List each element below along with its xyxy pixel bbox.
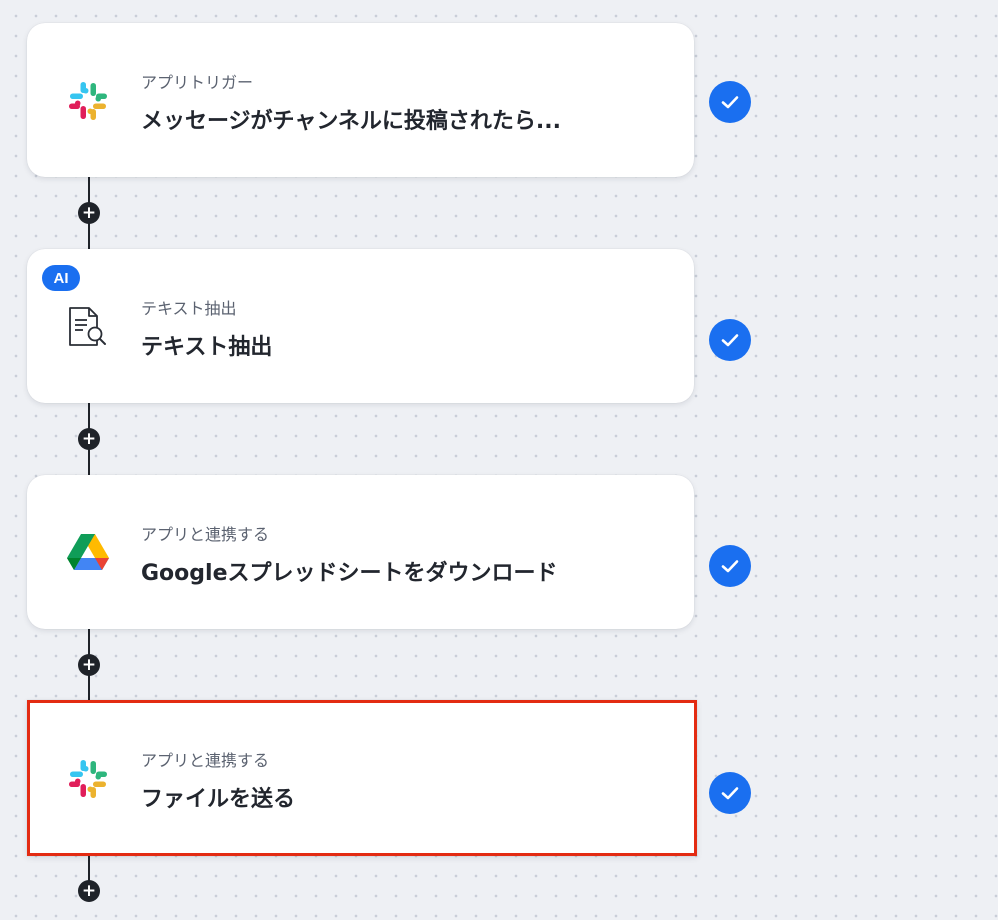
flow-step-card[interactable]: アプリと連携する Googleスプレッドシートをダウンロード: [27, 475, 694, 629]
plus-icon: +: [81, 202, 97, 223]
step-title: メッセージがチャンネルに投稿されたら...: [141, 109, 561, 134]
check-icon: [709, 545, 751, 587]
flow-step-card-selected[interactable]: アプリと連携する ファイルを送る: [27, 700, 697, 856]
ai-badge: AI: [42, 265, 80, 291]
step-title: テキスト抽出: [141, 335, 273, 360]
step-type-label: アプリトリガー: [141, 73, 254, 92]
step-type-label: テキスト抽出: [141, 299, 237, 318]
step-title: ファイルを送る: [141, 787, 296, 812]
check-icon: [709, 772, 751, 814]
check-icon: [709, 319, 751, 361]
add-step-button[interactable]: +: [78, 428, 100, 450]
plus-icon: +: [81, 654, 97, 675]
add-step-button[interactable]: +: [78, 880, 100, 902]
document-search-icon: [65, 304, 111, 350]
plus-icon: +: [81, 428, 97, 449]
flow-step-card[interactable]: アプリトリガー メッセージがチャンネルに投稿されたら...: [27, 23, 694, 177]
plus-icon: +: [81, 880, 97, 901]
slack-icon: [65, 756, 111, 802]
flow-step-card[interactable]: テキスト抽出 テキスト抽出: [27, 249, 694, 403]
check-icon: [709, 81, 751, 123]
google-drive-icon: [65, 530, 111, 576]
step-title: Googleスプレッドシートをダウンロード: [141, 561, 558, 586]
add-step-button[interactable]: +: [78, 202, 100, 224]
step-type-label: アプリと連携する: [141, 525, 270, 544]
add-step-button[interactable]: +: [78, 654, 100, 676]
step-type-label: アプリと連携する: [141, 751, 270, 770]
slack-icon: [65, 78, 111, 124]
